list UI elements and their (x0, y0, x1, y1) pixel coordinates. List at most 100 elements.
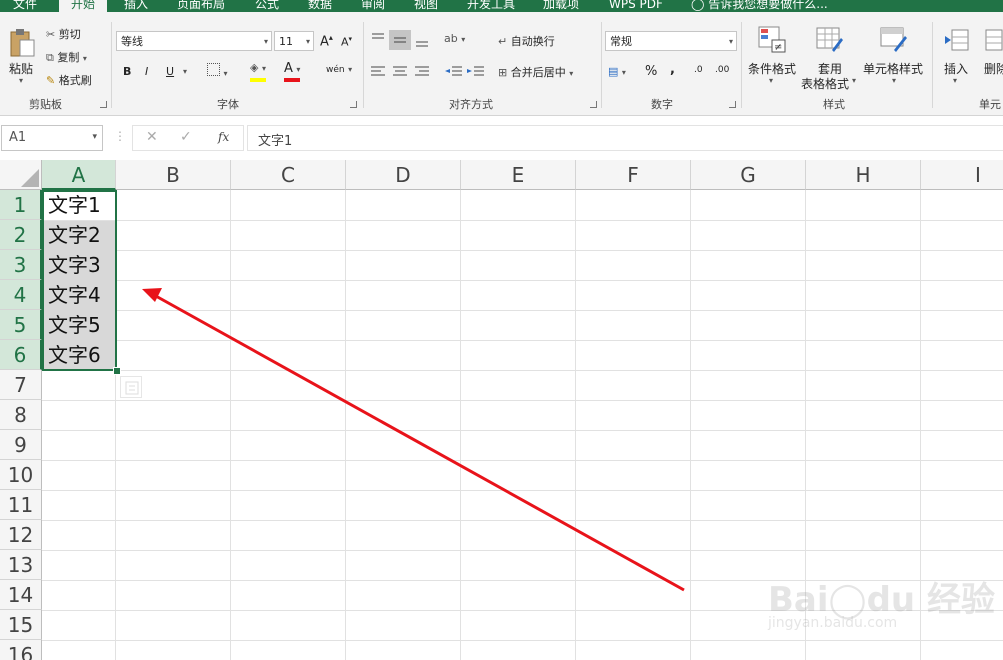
tab-page-layout[interactable]: 页面布局 (177, 0, 225, 12)
tab-file[interactable]: 文件 (13, 0, 37, 12)
formula-value: 文字1 (258, 134, 293, 149)
decrease-decimal-button[interactable]: .00 (715, 65, 729, 75)
group-divider (601, 22, 602, 108)
cell-styles-button[interactable]: 单元格样式 ▾ (862, 24, 926, 96)
alignment-launcher-icon[interactable] (590, 101, 597, 108)
fill-color-button[interactable]: ◈ ▾ (250, 61, 266, 82)
horizontal-align-icons[interactable] (369, 65, 433, 79)
wrap-text-icon: ↵ (498, 35, 508, 48)
cut-button[interactable]: ✂ 剪切 (46, 26, 81, 42)
chevron-down-icon[interactable]: ▾ (183, 67, 187, 76)
vertical-align-icons[interactable] (368, 30, 432, 50)
copy-label: 复制 (57, 51, 80, 64)
chevron-down-icon: ▾ (92, 132, 97, 142)
styles-group-label: 样式 (823, 98, 845, 111)
phonetic-button[interactable]: wén ▾ (326, 62, 352, 75)
more-options-icon: ⋮ (114, 129, 126, 143)
tell-me-text: 告诉我您想要做什么... (708, 0, 828, 11)
font-group-label: 字体 (217, 98, 239, 111)
svg-text:≠: ≠ (774, 42, 782, 53)
font-color-icon: A (284, 61, 293, 76)
underline-button[interactable]: U (166, 65, 174, 78)
insert-cells-button[interactable]: 插入 ▾ (940, 24, 974, 96)
percent-button[interactable]: % (645, 64, 657, 79)
lightbulb-icon: ◯ (691, 0, 705, 11)
font-launcher-icon[interactable] (350, 101, 357, 108)
chevron-down-icon: ▾ (305, 37, 310, 46)
phonetic-icon: wén (326, 65, 345, 75)
fill-color-swatch (250, 78, 266, 82)
merge-center-button[interactable]: ⊞ 合并后居中 ▾ (498, 64, 573, 80)
chevron-down-icon: ▾ (461, 35, 466, 44)
insert-function-icon[interactable]: fx (218, 130, 229, 144)
tab-wps-pdf[interactable]: WPS PDF (609, 0, 663, 12)
name-box[interactable]: A1 ▾ (1, 125, 103, 151)
copy-icon: ⧉ (46, 51, 54, 64)
copy-button[interactable]: ⧉ 复制 ▾ (46, 49, 87, 65)
insert-cells-label: 插入 (944, 62, 969, 76)
number-launcher-icon[interactable] (729, 101, 736, 108)
border-icon (207, 63, 220, 76)
bold-button[interactable]: B (123, 65, 131, 78)
paint-bucket-icon: ◈ (250, 61, 259, 74)
borders-button[interactable]: ▾ (207, 63, 228, 79)
orientation-button[interactable]: ab ▾ (444, 32, 465, 45)
ribbon: 粘贴 ▾ ✂ 剪切 ⧉ 复制 ▾ ✎ 格式刷 剪贴板 等线 ▾ 11 ▾ A▴ … (0, 12, 1003, 116)
format-as-table-label-2: 表格格式 (801, 77, 850, 91)
accounting-format-button[interactable]: ▤ ▾ (608, 65, 626, 78)
font-color-button[interactable]: A ▾ (284, 61, 300, 82)
orientation-icon: ab (444, 32, 458, 45)
format-painter-button[interactable]: ✎ 格式刷 (46, 72, 92, 88)
font-color-swatch (284, 78, 300, 82)
tell-me-box[interactable]: ◯ 告诉我您想要做什么... (691, 0, 828, 12)
delete-cells-label: 删除 (984, 62, 1003, 76)
decrease-font-size-button[interactable]: A▾ (341, 35, 352, 49)
font-name-select[interactable]: 等线 ▾ (116, 31, 272, 51)
wrap-text-button[interactable]: ↵ 自动换行 (498, 33, 555, 49)
tab-addins[interactable]: 加载项 (543, 0, 579, 12)
chevron-down-icon: ▾ (852, 76, 857, 85)
number-format-select[interactable]: 常规 ▾ (605, 31, 737, 51)
chevron-down-icon: ▾ (953, 76, 958, 85)
conditional-format-label: 条件格式 (748, 62, 797, 76)
tab-view[interactable]: 视图 (414, 0, 438, 12)
tab-review[interactable]: 审阅 (361, 0, 385, 12)
tab-developer[interactable]: 开发工具 (467, 0, 515, 12)
tab-data[interactable]: 数据 (308, 0, 332, 12)
table-format-icon (816, 27, 843, 52)
indent-icons[interactable] (444, 64, 486, 80)
italic-button[interactable]: I (145, 65, 148, 78)
group-divider (741, 22, 742, 108)
cut-label: 剪切 (58, 28, 81, 41)
group-divider (932, 22, 933, 108)
worksheet-grid[interactable]: A B C D E F G H I 1 2 3 4 5 6 7 8 9 10 1… (0, 160, 1003, 660)
comma-button[interactable]: , (670, 62, 675, 77)
increase-font-size-button[interactable]: A▴ (320, 33, 333, 49)
alignment-group-label: 对齐方式 (449, 98, 493, 111)
formula-input[interactable]: 文字1 (247, 125, 1003, 151)
merge-center-label: 合并后居中 (510, 66, 566, 79)
tab-insert[interactable]: 插入 (124, 0, 148, 12)
chevron-down-icon: ▾ (769, 76, 774, 85)
watermark-logo: Bai◯du 经验 (768, 580, 995, 620)
chevron-down-icon: ▾ (19, 76, 24, 85)
chevron-down-icon: ▾ (621, 68, 626, 77)
paste-button[interactable]: 粘贴 ▾ (6, 26, 38, 88)
group-divider (363, 22, 364, 108)
conditional-format-button[interactable]: ≠ 条件格式 ▾ (746, 24, 798, 96)
increase-decimal-button[interactable]: .0 (694, 65, 703, 75)
delete-cells-button[interactable]: 删除 (982, 24, 1003, 96)
tab-home[interactable]: 开始 (59, 0, 108, 12)
menu-tab-bar: 文件 开始 插入 页面布局 公式 数据 审阅 视图 开发工具 加载项 WPS P… (0, 0, 1003, 12)
chevron-down-icon: ▾ (263, 37, 268, 46)
group-divider (111, 22, 112, 108)
font-size-select[interactable]: 11 ▾ (274, 31, 314, 51)
currency-icon: ▤ (608, 65, 619, 78)
font-size-value: 11 (279, 35, 293, 48)
check-icon[interactable]: ✓ (180, 129, 192, 145)
cell-styles-icon (880, 27, 907, 52)
format-as-table-button[interactable]: 套用 表格格式 ▾ (800, 24, 860, 96)
cancel-icon[interactable]: ✕ (146, 129, 158, 145)
tab-formulas[interactable]: 公式 (255, 0, 279, 12)
clipboard-launcher-icon[interactable] (100, 101, 107, 108)
